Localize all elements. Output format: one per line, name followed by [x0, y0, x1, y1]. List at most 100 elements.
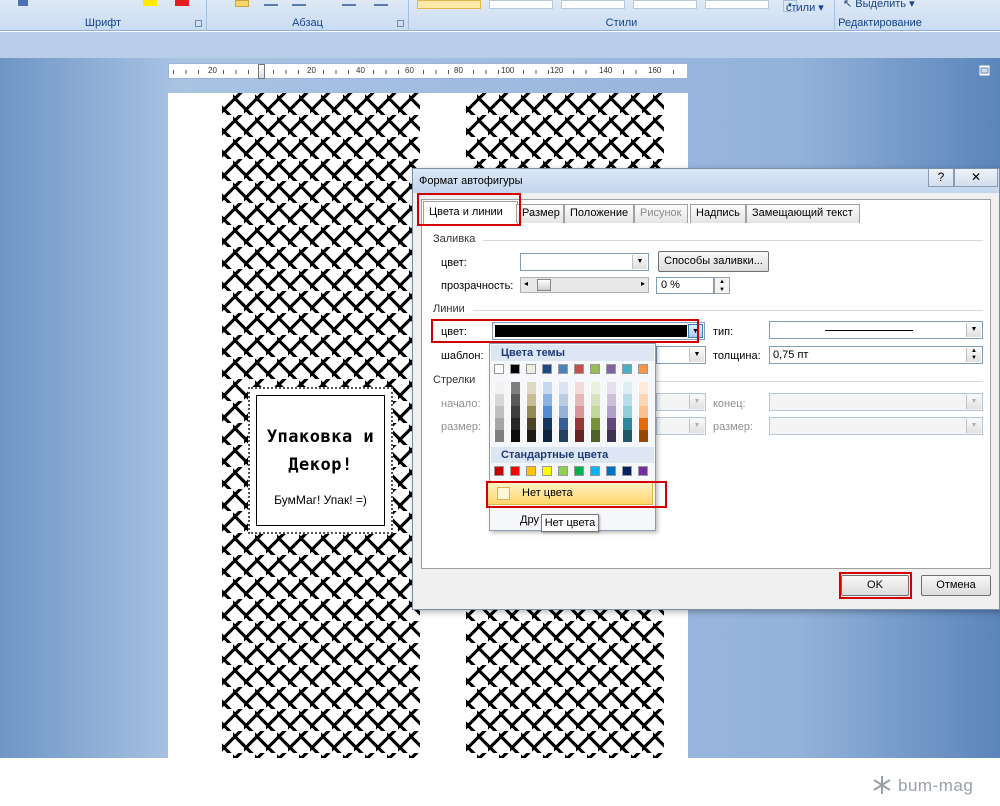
theme-shade-swatch[interactable] — [526, 418, 536, 430]
theme-shade-swatch[interactable] — [558, 418, 568, 430]
change-styles-button[interactable]: стили ▾ — [786, 1, 824, 14]
theme-shade-swatch[interactable] — [574, 394, 584, 406]
standard-color-swatch[interactable] — [622, 466, 632, 476]
transparency-input[interactable]: 0 % — [656, 277, 714, 294]
standard-color-swatch[interactable] — [590, 466, 600, 476]
cancel-button[interactable]: Отмена — [921, 575, 991, 596]
theme-shade-swatch[interactable] — [638, 382, 648, 394]
close-button[interactable]: ✕ — [954, 169, 998, 187]
theme-shade-swatch[interactable] — [622, 406, 632, 418]
theme-shade-swatch[interactable] — [494, 394, 504, 406]
tab-position[interactable]: Положение — [564, 204, 634, 223]
horizontal-ruler[interactable]: 20 20 40 60 80 100 120 140 160 — [168, 63, 688, 79]
fill-color-select[interactable]: ▼ — [520, 253, 649, 271]
theme-shade-swatch[interactable] — [558, 430, 568, 442]
standard-color-swatch[interactable] — [558, 466, 568, 476]
theme-shade-swatch[interactable] — [542, 430, 552, 442]
line-type-select[interactable]: ▼ — [769, 321, 983, 339]
theme-shade-swatch[interactable] — [542, 382, 552, 394]
tab-alt-text[interactable]: Замещающий текст — [746, 204, 860, 223]
theme-shade-swatch[interactable] — [574, 406, 584, 418]
paragraph-dialog-launcher-icon[interactable] — [397, 20, 404, 27]
help-button[interactable]: ? — [928, 169, 954, 187]
standard-color-swatch[interactable] — [542, 466, 552, 476]
line-spacing-icon[interactable] — [342, 0, 356, 6]
theme-shade-swatch[interactable] — [558, 394, 568, 406]
label-shape[interactable]: Упаковка и Декор! БумМаг! Упак! =) — [248, 387, 393, 534]
theme-shade-swatch[interactable] — [574, 382, 584, 394]
theme-shade-swatch[interactable] — [494, 406, 504, 418]
more-colors-item[interactable]: Дру — [520, 514, 539, 526]
weight-spinner-icon[interactable]: ▲ ▼ — [966, 348, 981, 362]
theme-shade-swatch[interactable] — [622, 394, 632, 406]
theme-shade-swatch[interactable] — [494, 382, 504, 394]
theme-shade-swatch[interactable] — [622, 382, 632, 394]
slider-right-arrow-icon[interactable]: ▸ — [641, 279, 645, 288]
font-tool-icon[interactable] — [18, 0, 28, 6]
theme-shade-swatch[interactable] — [638, 406, 648, 418]
theme-color-swatch[interactable] — [542, 364, 552, 374]
theme-shade-swatch[interactable] — [606, 382, 616, 394]
align-right-icon[interactable] — [292, 0, 306, 6]
fill-effects-button[interactable]: Способы заливки... — [658, 251, 769, 272]
theme-shade-swatch[interactable] — [638, 430, 648, 442]
theme-shade-swatch[interactable] — [542, 394, 552, 406]
theme-shade-swatch[interactable] — [606, 406, 616, 418]
standard-color-swatch[interactable] — [494, 466, 504, 476]
style-thumb-normal[interactable] — [417, 0, 481, 9]
theme-shade-swatch[interactable] — [590, 418, 600, 430]
theme-color-swatch[interactable] — [638, 364, 648, 374]
theme-shade-swatch[interactable] — [558, 382, 568, 394]
theme-shade-swatch[interactable] — [590, 406, 600, 418]
theme-shade-swatch[interactable] — [590, 430, 600, 442]
standard-color-swatch[interactable] — [574, 466, 584, 476]
style-thumb-heading1[interactable] — [561, 0, 625, 9]
theme-shade-swatch[interactable] — [510, 394, 520, 406]
style-thumb-heading2[interactable] — [633, 0, 697, 9]
dialog-titlebar[interactable]: Формат автофигуры ? ✕ — [413, 169, 999, 193]
theme-color-swatch[interactable] — [622, 364, 632, 374]
theme-shade-swatch[interactable] — [526, 406, 536, 418]
theme-shade-swatch[interactable] — [606, 418, 616, 430]
theme-shade-swatch[interactable] — [606, 430, 616, 442]
style-thumb-title[interactable] — [705, 0, 769, 9]
theme-shade-swatch[interactable] — [574, 430, 584, 442]
theme-color-swatch[interactable] — [590, 364, 600, 374]
slider-thumb[interactable] — [537, 279, 551, 291]
shading-icon[interactable] — [374, 0, 388, 6]
theme-shade-swatch[interactable] — [622, 430, 632, 442]
theme-shade-swatch[interactable] — [590, 394, 600, 406]
theme-color-swatch[interactable] — [606, 364, 616, 374]
indent-marker-icon[interactable] — [258, 64, 265, 79]
standard-color-swatch[interactable] — [526, 466, 536, 476]
align-left-icon[interactable] — [235, 0, 249, 7]
theme-shade-swatch[interactable] — [494, 418, 504, 430]
theme-color-swatch[interactable] — [558, 364, 568, 374]
theme-shade-swatch[interactable] — [510, 430, 520, 442]
style-thumb-no-spacing[interactable] — [489, 0, 553, 9]
theme-shade-swatch[interactable] — [510, 406, 520, 418]
standard-color-swatch[interactable] — [510, 466, 520, 476]
theme-shade-swatch[interactable] — [574, 418, 584, 430]
theme-shade-swatch[interactable] — [638, 418, 648, 430]
font-color-icon[interactable] — [175, 0, 189, 6]
highlight-color-icon[interactable] — [143, 0, 157, 6]
theme-color-swatch[interactable] — [510, 364, 520, 374]
theme-color-swatch[interactable] — [574, 364, 584, 374]
theme-shade-swatch[interactable] — [494, 430, 504, 442]
theme-shade-swatch[interactable] — [606, 394, 616, 406]
theme-color-swatch[interactable] — [526, 364, 536, 374]
theme-shade-swatch[interactable] — [558, 406, 568, 418]
theme-shade-swatch[interactable] — [526, 394, 536, 406]
theme-shade-swatch[interactable] — [526, 430, 536, 442]
align-center-icon[interactable] — [264, 0, 278, 6]
standard-color-swatch[interactable] — [606, 466, 616, 476]
tab-textbox[interactable]: Надпись — [690, 204, 746, 223]
theme-shade-swatch[interactable] — [526, 382, 536, 394]
theme-shade-swatch[interactable] — [542, 406, 552, 418]
theme-shade-swatch[interactable] — [622, 418, 632, 430]
standard-color-swatch[interactable] — [638, 466, 648, 476]
font-dialog-launcher-icon[interactable] — [195, 20, 202, 27]
theme-color-swatch[interactable] — [494, 364, 504, 374]
theme-shade-swatch[interactable] — [590, 382, 600, 394]
